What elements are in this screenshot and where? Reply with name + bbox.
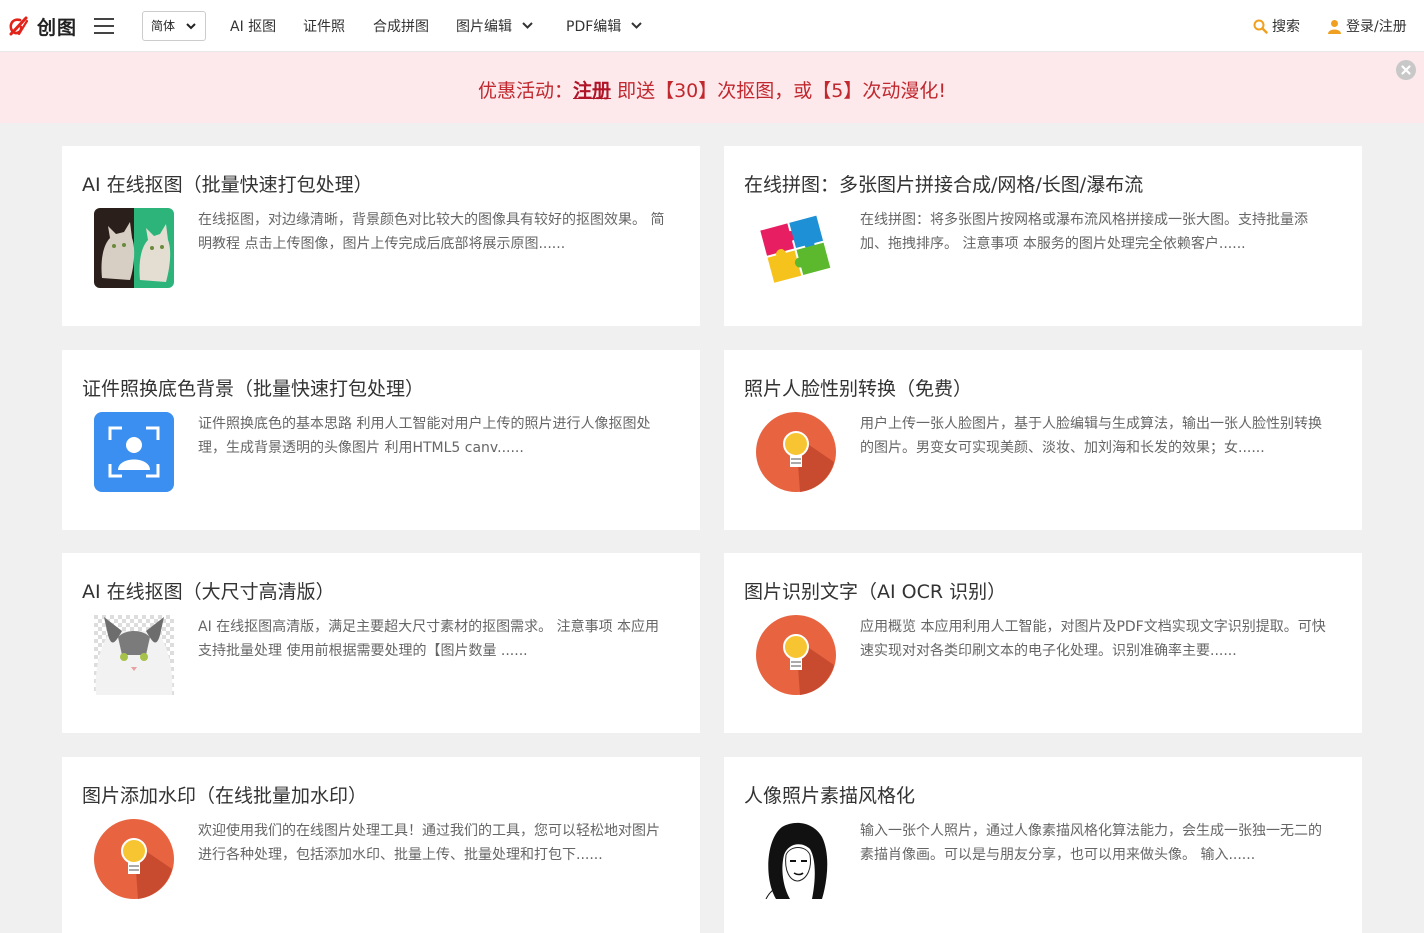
card-description: 应用概览 本应用利用人工智能，对图片及PDF文档实现文字识别提取。可快速实现对对…: [860, 619, 1326, 659]
card-title: 图片添加水印（在线批量加水印）: [82, 785, 368, 807]
promo-register-link[interactable]: 注册: [573, 80, 611, 102]
card-title: AI 在线抠图（批量快速打包处理）: [82, 174, 373, 196]
card-title: 证件照换底色背景（批量快速打包处理）: [82, 378, 425, 400]
search-button[interactable]: 搜索: [1253, 16, 1300, 36]
chevron-down-icon: [522, 22, 533, 29]
card-description: 用户上传一张人脸图片，基于人脸编辑与生成算法，输出一张人脸性别转换的图片。男变女…: [860, 416, 1322, 456]
nav-ai-cutout[interactable]: AI 抠图: [230, 16, 276, 36]
nav-pdf-edit-label: PDF编辑: [566, 19, 622, 35]
sketch-portrait-icon: [756, 819, 836, 899]
lightbulb-icon: [756, 615, 836, 695]
tool-card-collage[interactable]: 在线拼图：多张图片拼接合成/网格/长图/瀑布流 在线拼图：将多张图片按网格或瀑布…: [724, 146, 1362, 326]
search-label: 搜索: [1272, 19, 1300, 35]
hamburger-menu-icon[interactable]: [94, 18, 114, 34]
login-label: 登录/注册: [1346, 19, 1407, 35]
nav-pdf-edit[interactable]: PDF编辑: [566, 16, 642, 36]
login-register-button[interactable]: 登录/注册: [1327, 16, 1407, 36]
card-description: 在线抠图，对边缘清晰，背景颜色对比较大的图像具有较好的抠图效果。 简明教程 点击…: [198, 212, 665, 252]
chevron-down-icon: [186, 23, 196, 30]
tool-card-gender-swap[interactable]: 照片人脸性别转换（免费） 用户上传一张人脸图片，基于人脸编辑与生成算法，输出一张…: [724, 350, 1362, 530]
cat-icon: [94, 615, 174, 695]
nav-collage[interactable]: 合成拼图: [373, 16, 429, 36]
search-icon: [1253, 19, 1268, 34]
language-label: 简体: [151, 19, 176, 33]
lightbulb-icon: [756, 412, 836, 492]
promo-text: 优惠活动：注册 即送【30】次抠图，或【5】次动漫化!: [0, 76, 1424, 103]
nav-image-edit[interactable]: 图片编辑: [456, 16, 533, 36]
top-navbar: 创图 简体 AI 抠图 证件照 合成拼图 图片编辑 PDF编辑 搜索 登录/注册: [0, 0, 1424, 52]
id-photo-icon: [94, 412, 174, 492]
lightbulb-icon: [94, 819, 174, 899]
promo-prefix: 优惠活动：: [478, 80, 574, 102]
card-description: 欢迎使用我们的在线图片处理工具！通过我们的工具，您可以轻松地对图片进行各种处理，…: [198, 823, 660, 863]
nav-image-edit-label: 图片编辑: [456, 19, 512, 35]
card-description: 在线拼图：将多张图片按网格或瀑布流风格拼接成一张大图。支持批量添加、拖拽排序。 …: [860, 212, 1308, 252]
language-select[interactable]: 简体: [142, 11, 206, 41]
user-icon: [1328, 19, 1341, 34]
card-title: 照片人脸性别转换（免费）: [744, 378, 973, 400]
puzzle-icon: [760, 215, 831, 283]
card-title: 图片识别文字（AI OCR 识别）: [744, 581, 1007, 603]
logo-icon: [9, 16, 29, 36]
card-title: 在线拼图：多张图片拼接合成/网格/长图/瀑布流: [744, 174, 1144, 196]
promo-banner: 优惠活动：注册 即送【30】次抠图，或【5】次动漫化!: [0, 52, 1424, 123]
promo-suffix: 即送【30】次抠图，或【5】次动漫化!: [611, 80, 946, 102]
card-title: 人像照片素描风格化: [744, 785, 916, 807]
tool-card-ai-cutout[interactable]: AI 在线抠图（批量快速打包处理） 在线抠图，对边缘清晰，背景颜色对比较大的图像…: [62, 146, 700, 326]
tool-card-id-photo-bg[interactable]: 证件照换底色背景（批量快速打包处理） 证件照换底色的基本思路 利用人工智能对用户…: [62, 350, 700, 530]
chevron-down-icon: [631, 22, 642, 29]
card-title: AI 在线抠图（大尺寸高清版）: [82, 581, 335, 603]
card-description: AI 在线抠图高清版，满足主要超大尺寸素材的抠图需求。 注意事项 本应用支持批量…: [198, 619, 660, 659]
tool-card-ocr[interactable]: 图片识别文字（AI OCR 识别） 应用概览 本应用利用人工智能，对图片及PDF…: [724, 553, 1362, 733]
nav-id-photo[interactable]: 证件照: [303, 16, 345, 36]
tool-card-ai-cutout-hd[interactable]: AI 在线抠图（大尺寸高清版） AI 在线抠图高清版，满足主要超大尺寸素材的抠图…: [62, 553, 700, 733]
tool-card-sketch[interactable]: 人像照片素描风格化 输入一张个人照片，通过人像素描风格化算法能力，会生成一张独一…: [724, 757, 1362, 933]
brand-logo[interactable]: 创图: [7, 14, 78, 39]
card-description: 证件照换底色的基本思路 利用人工智能对用户上传的照片进行人像抠图处理，生成背景透…: [198, 416, 651, 456]
cat-cutout-icon: [94, 208, 174, 288]
card-description: 输入一张个人照片，通过人像素描风格化算法能力，会生成一张独一无二的素描肖像画。可…: [860, 823, 1322, 863]
close-icon[interactable]: [1396, 60, 1416, 80]
tool-card-watermark[interactable]: 图片添加水印（在线批量加水印） 欢迎使用我们的在线图片处理工具！通过我们的工具，…: [62, 757, 700, 933]
brand-name: 创图: [37, 16, 78, 39]
